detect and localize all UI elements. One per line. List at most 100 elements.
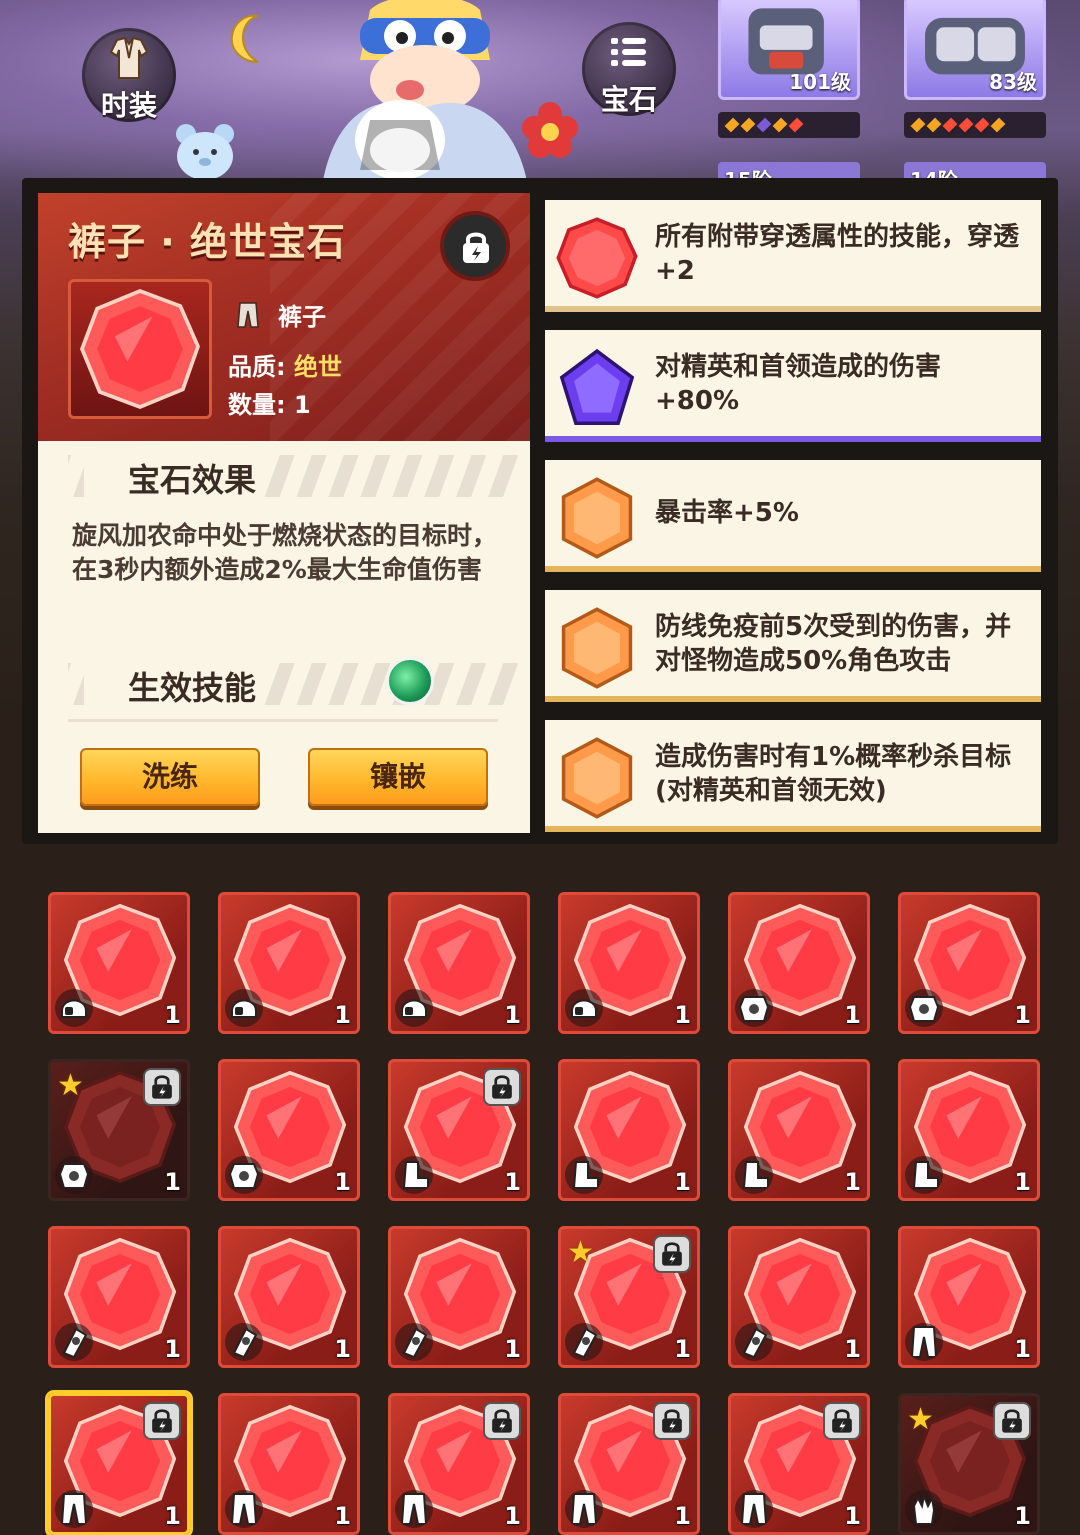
purple-gem-icon <box>559 348 635 425</box>
lock-icon <box>823 1402 861 1440</box>
gem-title: 裤子 · 绝世宝石 <box>68 220 346 264</box>
item-count: 1 <box>1014 1001 1031 1029</box>
boots-icon <box>735 1156 773 1194</box>
gem-effect-text: 暴击率+5% <box>655 498 799 528</box>
gem-inventory-item[interactable]: 1 ★ <box>558 1226 700 1368</box>
gem-socket-dot <box>756 117 772 133</box>
pants-icon <box>565 1490 603 1528</box>
gem-inventory-item[interactable]: 1 <box>388 1226 530 1368</box>
slot-type: 裤子 <box>234 297 326 332</box>
effect-section-title: 宝石效果 <box>84 455 265 501</box>
gem-socket-dot <box>958 117 974 133</box>
gem-inventory-item[interactable]: 1 <box>48 1226 190 1368</box>
tornado-skill-icon[interactable] <box>386 657 434 705</box>
gem-inventory-item[interactable]: 1 <box>218 892 360 1034</box>
lock-icon <box>143 1402 181 1440</box>
gem-inventory-item[interactable]: 1 <box>388 1059 530 1201</box>
item-count: 1 <box>504 1335 521 1363</box>
armor-icon <box>735 989 773 1027</box>
quality-value: 绝世 <box>293 353 342 381</box>
item-count: 1 <box>334 1335 351 1363</box>
gem-inventory-item[interactable]: 1 <box>48 892 190 1034</box>
item-count: 1 <box>674 1502 691 1530</box>
gem-socket-dot <box>910 117 926 133</box>
gem-effect-text: 对精英和首领造成的伤害+80% <box>655 352 942 416</box>
kneepad-icon <box>735 1323 773 1361</box>
boots-icon <box>905 1156 943 1194</box>
item-count: 1 <box>674 1168 691 1196</box>
refine-button[interactable]: 洗练 <box>80 748 260 806</box>
gem-inventory-item[interactable]: 1 <box>898 1226 1040 1368</box>
pants-icon <box>905 1323 943 1361</box>
gem-effect-row[interactable]: 对精英和首领造成的伤害+80% <box>545 330 1041 442</box>
gem-inventory-item[interactable]: 1 <box>558 1393 700 1535</box>
gem-inventory-item[interactable]: 1 <box>388 892 530 1034</box>
item-count: 1 <box>844 1001 861 1029</box>
gem-effect-row[interactable]: 造成伤害时有1%概率秒杀目标(对精英和首领无效) <box>545 720 1041 832</box>
item-count: 1 <box>504 1168 521 1196</box>
gem-inventory-item[interactable]: 1 <box>558 892 700 1034</box>
gem-inventory-item[interactable]: 1 <box>898 1059 1040 1201</box>
fashion-label: 时装 <box>100 89 157 122</box>
gem-inventory-item[interactable]: 1 ★ <box>48 1059 190 1201</box>
helmet-icon <box>565 989 603 1027</box>
equipment-slot-2[interactable]: 83级 <box>904 0 1046 100</box>
pants-icon <box>395 1490 433 1528</box>
gem-socket-dot <box>926 117 942 133</box>
gem-inventory-item[interactable]: 1 <box>218 1059 360 1201</box>
gem-inventory-item[interactable]: 1 <box>218 1226 360 1368</box>
gem-socket-dot <box>788 117 804 133</box>
gem-effect-text: 旋风加农命中处于燃烧状态的目标时，在3秒内额外造成2%最大生命值伤害 <box>72 521 498 584</box>
item-count: 1 <box>674 1001 691 1029</box>
lock-toggle-button[interactable] <box>440 211 510 281</box>
gem-effect-text: 防线免疫前5次受到的伤害，并对怪物造成50%角色攻击 <box>655 612 1012 676</box>
equipment-slot-1[interactable]: 101级 <box>718 0 860 100</box>
item-count: 1 <box>1014 1502 1031 1530</box>
gem-inventory-item[interactable]: 1 <box>898 892 1040 1034</box>
character-portrait <box>320 0 530 200</box>
pants-icon <box>225 1490 263 1528</box>
kneepad-icon <box>225 1323 263 1361</box>
gem-inventory-item[interactable]: 1 <box>728 1226 870 1368</box>
armor-icon <box>225 1156 263 1194</box>
gem-socket-dot <box>942 117 958 133</box>
orange-gem-icon <box>561 607 633 689</box>
gem-inventory-item[interactable]: 1 <box>48 1393 190 1535</box>
bear-ornament-icon <box>176 124 234 180</box>
gem-preview <box>68 279 212 419</box>
kneepad-icon <box>55 1323 93 1361</box>
slot-name: 裤子 <box>278 303 326 331</box>
gem-effect-row[interactable]: 暴击率+5% <box>545 460 1041 572</box>
star-icon: ★ <box>567 1235 594 1270</box>
helmet-icon <box>225 989 263 1027</box>
gem-effect-text: 造成伤害时有1%概率秒杀目标(对精英和首领无效) <box>655 742 1012 806</box>
gem-socket-dot <box>740 117 756 133</box>
inlay-button[interactable]: 镶嵌 <box>308 748 488 806</box>
item-count: 1 <box>334 1502 351 1530</box>
item-count: 1 <box>844 1168 861 1196</box>
item-count: 1 <box>844 1335 861 1363</box>
gem-inventory-item[interactable]: 1 <box>728 1059 870 1201</box>
list-icon <box>611 38 646 66</box>
equipment-2-gem-dots <box>904 112 1046 138</box>
gem-inventory-grid: 1 1 1 1 1 1 1 ★ 1 1 1 1 1 1 1 1 1 ★ 1 1 1 1 1 1 1 1 ★ <box>48 892 1048 1535</box>
fashion-button[interactable]: 时装 <box>82 28 176 122</box>
gem-tab-label: 宝石 <box>600 83 657 116</box>
gem-inventory-item[interactable]: 1 <box>728 892 870 1034</box>
gem-tab-button[interactable]: 宝石 <box>582 22 676 116</box>
gem-inventory-item[interactable]: 1 <box>728 1393 870 1535</box>
lock-icon <box>993 1402 1031 1440</box>
lock-icon <box>483 1402 521 1440</box>
item-count: 1 <box>164 1335 181 1363</box>
flower-ornament-icon <box>522 102 578 158</box>
gem-effect-row[interactable]: 所有附带穿透属性的技能，穿透+2 <box>545 200 1041 312</box>
gem-inventory-item[interactable]: 1 <box>388 1393 530 1535</box>
quality-line: 品质: 绝世 <box>228 347 342 382</box>
lock-icon <box>143 1068 181 1106</box>
gem-effect-row[interactable]: 防线免疫前5次受到的伤害，并对怪物造成50%角色攻击 <box>545 590 1041 702</box>
gem-inventory-item[interactable]: 1 <box>558 1059 700 1201</box>
equipment-1-gem-dots <box>718 112 860 138</box>
gem-inventory-item[interactable]: 1 <box>218 1393 360 1535</box>
gem-inventory-item[interactable]: 1 ★ <box>898 1393 1040 1535</box>
item-count: 1 <box>164 1001 181 1029</box>
